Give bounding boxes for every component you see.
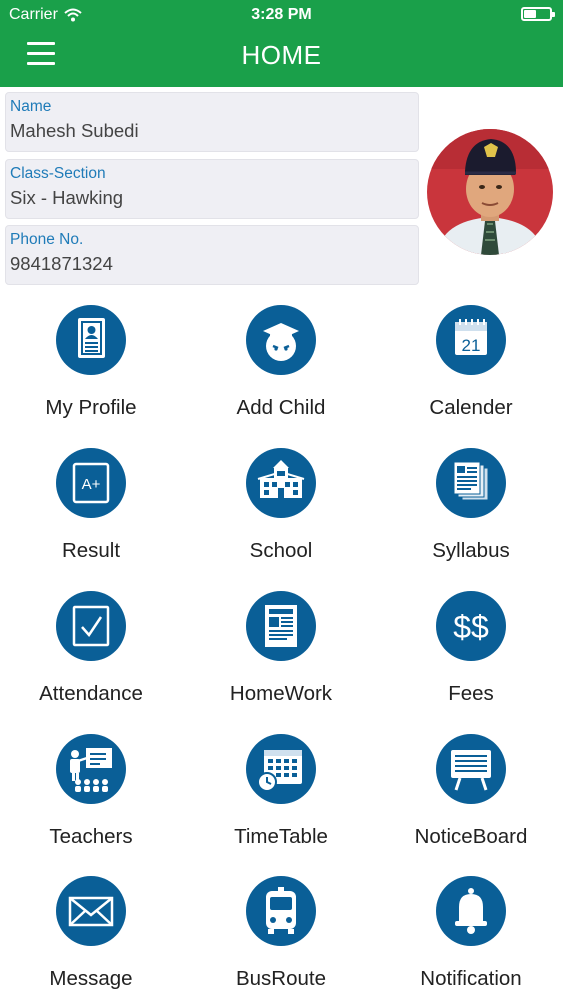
homework-button[interactable]: HomeWork (187, 591, 375, 716)
profile-card-icon (56, 305, 126, 375)
status-bar: Carrier 3:28 PM (0, 0, 563, 28)
class-section-label: Class-Section (10, 165, 106, 182)
name-field: Name Mahesh Subedi (5, 92, 419, 152)
noticeboard-icon (436, 734, 506, 804)
phone-value: 9841871324 (10, 253, 113, 274)
bus-icon (246, 876, 316, 946)
result-icon: A+ (56, 448, 126, 518)
message-button[interactable]: Message (0, 876, 185, 1000)
fees-icon: $$ (436, 591, 506, 661)
bell-icon (436, 876, 506, 946)
syllabus-button[interactable]: Syllabus (377, 448, 563, 573)
timetable-label: TimeTable (234, 825, 328, 848)
page-title: HOME (241, 40, 322, 70)
homework-label: HomeWork (229, 682, 333, 705)
fees-symbol-text: $$ (453, 609, 489, 645)
teachers-button[interactable]: Teachers (0, 734, 185, 859)
result-label: Result (61, 539, 121, 562)
my-profile-button[interactable]: My Profile (0, 305, 185, 430)
result-button[interactable]: A+ Result (0, 448, 185, 573)
calender-label: Calender (429, 396, 513, 419)
school-button[interactable]: School (187, 448, 375, 573)
app-header: Carrier 3:28 PM HOME (0, 0, 563, 87)
envelope-icon (56, 876, 126, 946)
fees-button[interactable]: $$ Fees (377, 591, 563, 716)
class-section-value: Six - Hawking (10, 187, 124, 208)
add-child-button[interactable]: Add Child (187, 305, 375, 430)
message-label: Message (49, 967, 133, 990)
fees-label: Fees (448, 682, 494, 705)
name-label: Name (10, 98, 52, 115)
name-value: Mahesh Subedi (10, 120, 139, 141)
syllabus-label: Syllabus (432, 539, 510, 562)
busroute-button[interactable]: BusRoute (187, 876, 375, 1000)
add-child-label: Add Child (236, 396, 326, 419)
school-building-icon (246, 448, 316, 518)
attendance-button[interactable]: Attendance (0, 591, 185, 716)
attendance-label: Attendance (39, 682, 143, 705)
teachers-label: Teachers (49, 825, 133, 848)
battery-icon (521, 7, 555, 21)
calendar-icon: 21 (436, 305, 506, 375)
student-avatar[interactable] (427, 129, 553, 255)
notification-label: Notification (420, 967, 522, 990)
attendance-check-icon (56, 591, 126, 661)
graduate-icon (246, 305, 316, 375)
school-label: School (249, 539, 313, 562)
teacher-icon (56, 734, 126, 804)
my-profile-label: My Profile (45, 396, 137, 419)
calender-button[interactable]: 21 Calender (377, 305, 563, 430)
timetable-button[interactable]: TimeTable (187, 734, 375, 859)
noticeboard-label: NoticeBoard (414, 825, 528, 848)
calendar-day-text: 21 (462, 336, 481, 355)
phone-field: Phone No. 9841871324 (5, 225, 419, 285)
homework-icon (246, 591, 316, 661)
notification-button[interactable]: Notification (377, 876, 563, 1000)
phone-label: Phone No. (10, 231, 84, 248)
result-grade-text: A+ (82, 476, 101, 493)
noticeboard-button[interactable]: NoticeBoard (377, 734, 563, 859)
class-section-field: Class-Section Six - Hawking (5, 159, 419, 219)
busroute-label: BusRoute (235, 967, 327, 990)
syllabus-icon (436, 448, 506, 518)
timetable-icon (246, 734, 316, 804)
status-time: 3:28 PM (251, 6, 312, 23)
